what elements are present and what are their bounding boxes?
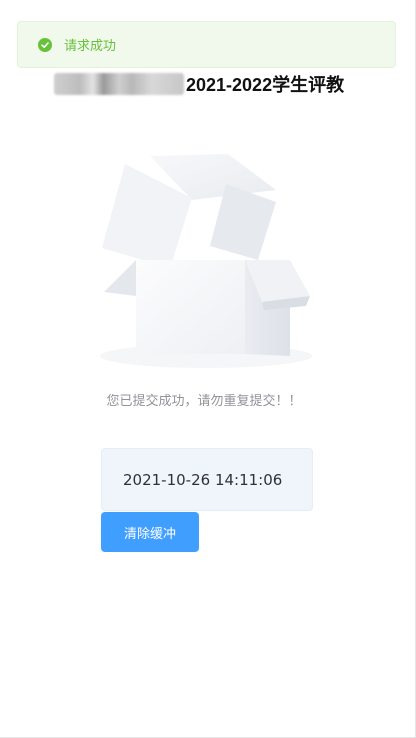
page: 请求成功 2021-2022学生评教 您已提交成功，请勿重复提交！！ 2021-… — [0, 0, 416, 738]
empty-message: 您已提交成功，请勿重复提交！！ — [106, 394, 302, 409]
clear-cache-button[interactable]: 清除缓冲 — [101, 512, 199, 552]
page-title: 2021-2022学生评教 — [54, 72, 344, 96]
submission-timestamp: 2021-10-26 14:11:06 — [123, 470, 283, 489]
success-toast: 请求成功 — [17, 21, 396, 68]
page-title-text: 2021-2022学生评教 — [186, 75, 345, 95]
submission-timestamp-box: 2021-10-26 14:11:06 — [101, 448, 313, 511]
success-check-icon — [38, 37, 52, 52]
redacted-title-prefix — [54, 73, 184, 95]
empty-box-icon — [100, 150, 314, 370]
toast-message: 请求成功 — [64, 39, 117, 54]
